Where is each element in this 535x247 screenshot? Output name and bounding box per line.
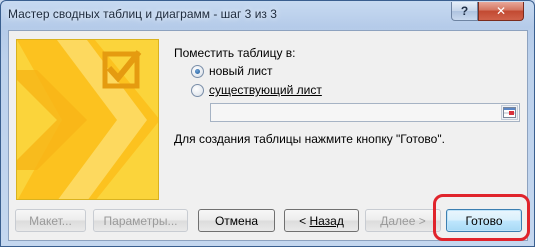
window-title: Мастер сводных таблиц и диаграмм - шаг 3… — [8, 7, 277, 21]
placement-heading: Поместить таблицу в: — [174, 46, 296, 60]
finish-button[interactable]: Готово — [446, 209, 522, 232]
finish-button-label: Готово — [465, 213, 503, 228]
close-button[interactable]: ✕ — [478, 2, 524, 21]
back-button-arrow: < — [299, 213, 310, 228]
finish-hint: Для создания таблицы нажмите кнопку "Гот… — [174, 132, 445, 146]
help-icon: ? — [460, 4, 469, 18]
range-select-icon — [503, 107, 516, 118]
options-button-label: Параметры... — [103, 213, 178, 228]
radio-new-sheet[interactable] — [191, 64, 204, 78]
cancel-button[interactable]: Отмена — [198, 209, 275, 232]
wizard-illustration — [16, 39, 159, 200]
option-existing-sheet[interactable]: существующий лист — [191, 82, 322, 98]
collapse-dialog-button[interactable] — [501, 105, 518, 120]
option-new-sheet-label: новый лист — [209, 64, 273, 78]
layout-button-label: Макет... — [29, 213, 72, 228]
next-button-label: Далее > — [380, 213, 426, 228]
close-icon: ✕ — [495, 4, 507, 18]
radio-selected-dot — [195, 68, 200, 74]
next-button[interactable]: Далее > — [365, 209, 441, 232]
dialog-body: Поместить таблицу в: новый лист существу… — [8, 30, 528, 241]
option-existing-sheet-label: существующий лист — [209, 83, 322, 97]
wizard-art-icon — [17, 40, 158, 199]
wizard-window: Мастер сводных таблиц и диаграмм - шаг 3… — [0, 0, 535, 247]
radio-existing-sheet[interactable] — [191, 83, 204, 97]
range-reference-field[interactable] — [210, 103, 520, 122]
help-button[interactable]: ? — [451, 2, 478, 21]
back-button[interactable]: < Назад — [284, 209, 359, 232]
title-bar[interactable]: Мастер сводных таблиц и диаграмм - шаг 3… — [1, 1, 534, 29]
cancel-button-label: Отмена — [214, 213, 259, 228]
layout-button[interactable]: Макет... — [15, 209, 86, 232]
options-button[interactable]: Параметры... — [93, 209, 188, 232]
option-new-sheet[interactable]: новый лист — [191, 63, 273, 79]
back-button-label: Назад — [309, 213, 344, 228]
